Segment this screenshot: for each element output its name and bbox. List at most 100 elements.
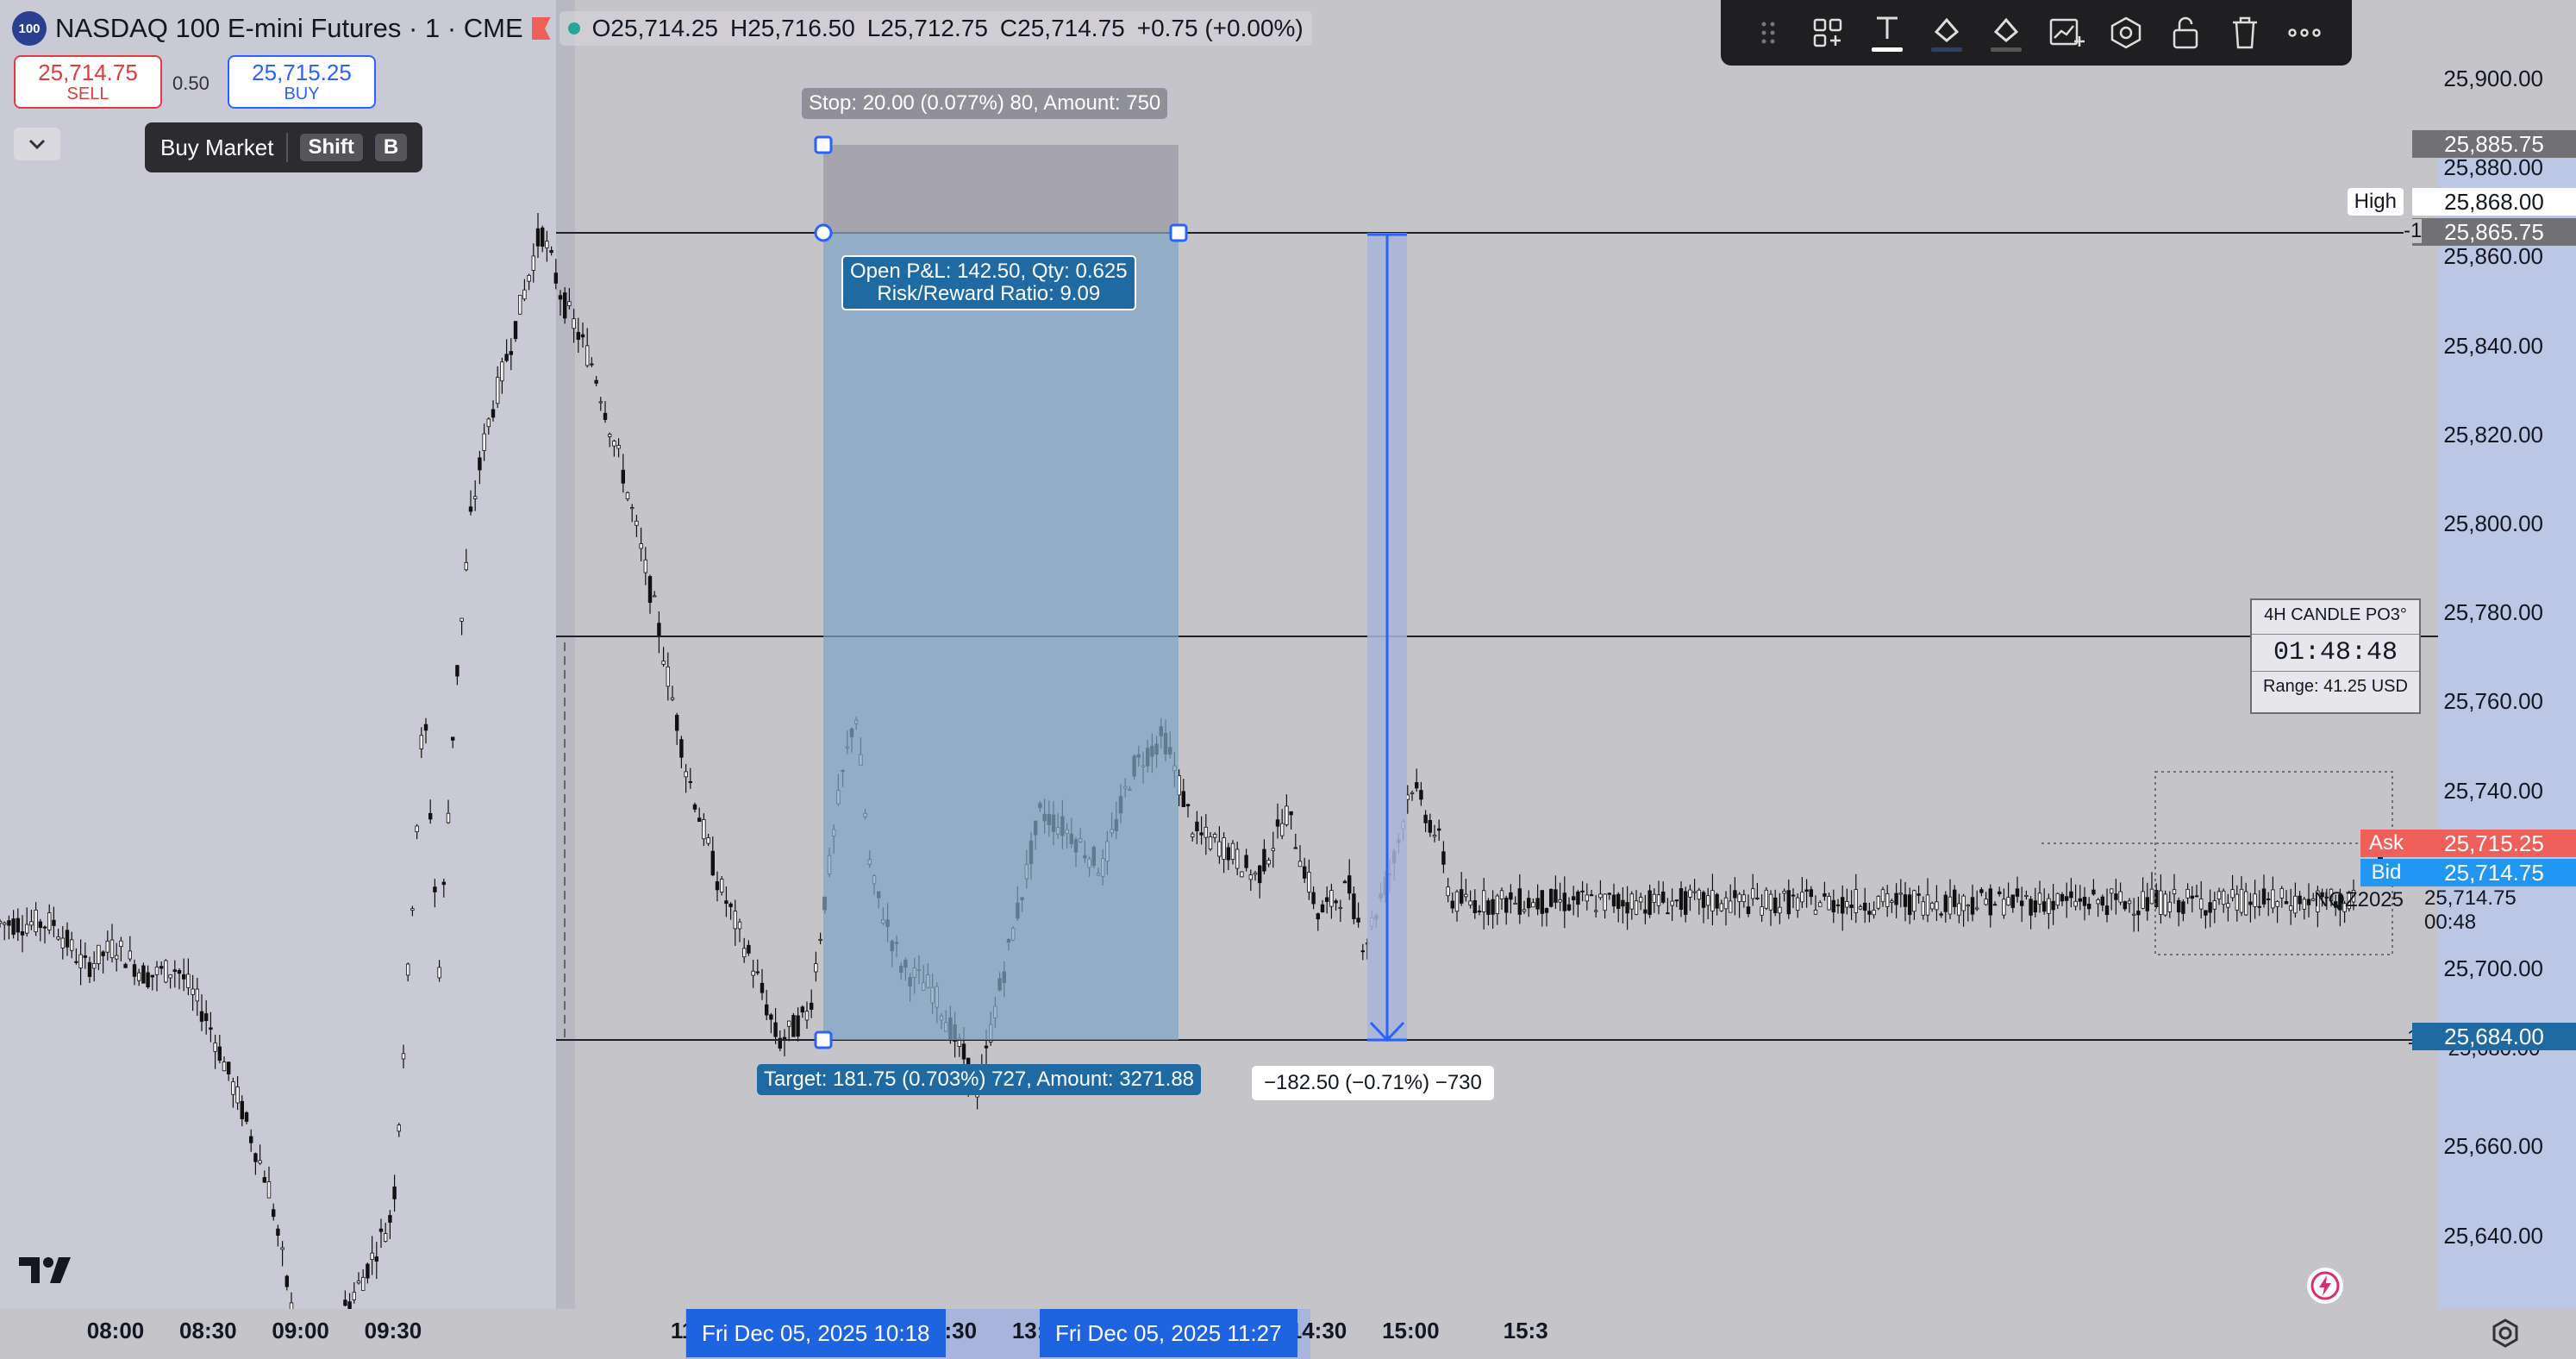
time-tick: 09:30 [364,1318,422,1343]
candle-body [2037,892,2042,905]
candle-body [1652,893,1656,903]
candle-body [1468,900,1472,906]
candle-body [460,617,464,622]
symbol-title[interactable]: NASDAQ 100 E-mini Futures · 1 · CME [55,13,523,44]
candle-body [1499,890,1504,899]
chevron-down-icon [28,139,46,150]
candle-body [1293,847,1297,849]
candle-body [2029,899,2033,916]
text-icon[interactable] [1866,12,1908,53]
candle-body [1903,894,1908,907]
add-to-favorites-icon[interactable] [1807,12,1848,53]
candle-body [1297,861,1303,867]
candle-body [1697,889,1701,900]
market-status-icon [567,22,580,34]
candle-body [1244,855,1248,868]
buy-button[interactable]: 25,715.25 BUY [228,55,376,109]
candle-body [3,922,7,925]
price-chart[interactable] [0,0,2576,1359]
target-zone[interactable] [823,233,1179,1040]
candle-body [630,507,635,510]
candle-body [1266,860,1271,865]
candle-body [2131,913,2136,916]
candle-body [42,926,47,929]
price-tick: 25,780.00 [2443,599,2543,626]
candle-body [52,919,56,926]
candle-body [2185,888,2190,899]
candle-body [150,974,154,978]
candle-body [1240,871,1244,878]
ask-price-tag: 25,715.25 [2412,830,2576,857]
candle-body [2226,903,2230,908]
time-tick: 08:30 [179,1318,237,1343]
candle-body [2033,900,2037,913]
trash-icon[interactable] [2224,12,2266,53]
candle-body [1419,790,1423,800]
candle-body [1966,905,1970,907]
fill-color-icon[interactable] [1926,12,1967,53]
candle-body [1540,890,1544,914]
candle-body [2096,899,2100,905]
chart-settings-icon[interactable] [2046,12,2087,53]
flash-icon[interactable] [2307,1268,2343,1304]
candle-body [1948,896,1953,915]
candle-body [132,964,137,977]
candle-body [1495,895,1499,914]
buy-market-tooltip: Buy Market Shift B [145,122,423,172]
visibility-icon[interactable] [2105,12,2147,53]
flag-icon[interactable] [531,17,551,40]
candle-body [670,697,675,700]
collapse-button[interactable] [14,128,60,160]
drag-handle-icon[interactable] [1748,12,1789,53]
candle-body [2181,901,2185,914]
pnl-line-1: Open P&L: 142.50, Qty: 0.625 [850,260,1128,283]
symbol-header[interactable]: 100 NASDAQ 100 E-mini Futures · 1 · CME … [12,9,1312,48]
candle-body [97,944,101,964]
gear-icon[interactable] [2490,1318,2524,1352]
candle-body [1360,950,1365,953]
candle-body [1800,892,1804,903]
candle-body [814,963,818,973]
po3-range: Range: 41.25 USD [2263,677,2408,696]
candle-body [154,966,159,975]
buy-price: 25,715.25 [252,59,352,85]
candle-body [1566,904,1572,911]
lock-icon[interactable] [2165,12,2206,53]
candle-body [2239,888,2244,913]
candle-body [1280,823,1285,836]
candle-body [1325,897,1329,902]
candle-body [2271,889,2275,909]
candle-body [1813,910,1818,915]
stop-zone[interactable] [823,145,1179,233]
candle-body [2253,893,2257,907]
candle-body [0,921,3,924]
candle-body [374,1256,378,1262]
candle-body [702,819,706,840]
more-icon[interactable] [2284,12,2325,53]
candle-body [1831,899,1835,912]
candle-body [2055,892,2060,906]
candle-body [478,457,482,471]
candle-body [2230,889,2235,899]
candle-body [1773,897,1778,913]
candle-body [1710,890,1715,911]
entry-price-tag: 25,865.75 [2412,218,2576,246]
candle-body [684,771,688,778]
candle-body [1347,875,1352,894]
candle-body [522,289,527,300]
candle-body [1845,901,1849,908]
candle-body [697,817,702,823]
line-color-icon[interactable] [1985,12,2027,53]
candle-body [742,948,747,958]
bar-countdown: 00:48 [2424,911,2477,934]
tradingview-logo[interactable] [19,1256,74,1287]
spread-value: 0.50 [172,72,209,94]
candle-body [2190,895,2194,899]
candle-body [235,1086,240,1104]
candle-body [136,972,141,981]
symbol-tag: NQZ2025 [2313,888,2404,911]
candle-body [563,292,567,319]
candle-body [1885,893,1890,907]
candle-body [101,951,105,956]
sell-button[interactable]: 25,714.75 SELL [14,55,162,109]
